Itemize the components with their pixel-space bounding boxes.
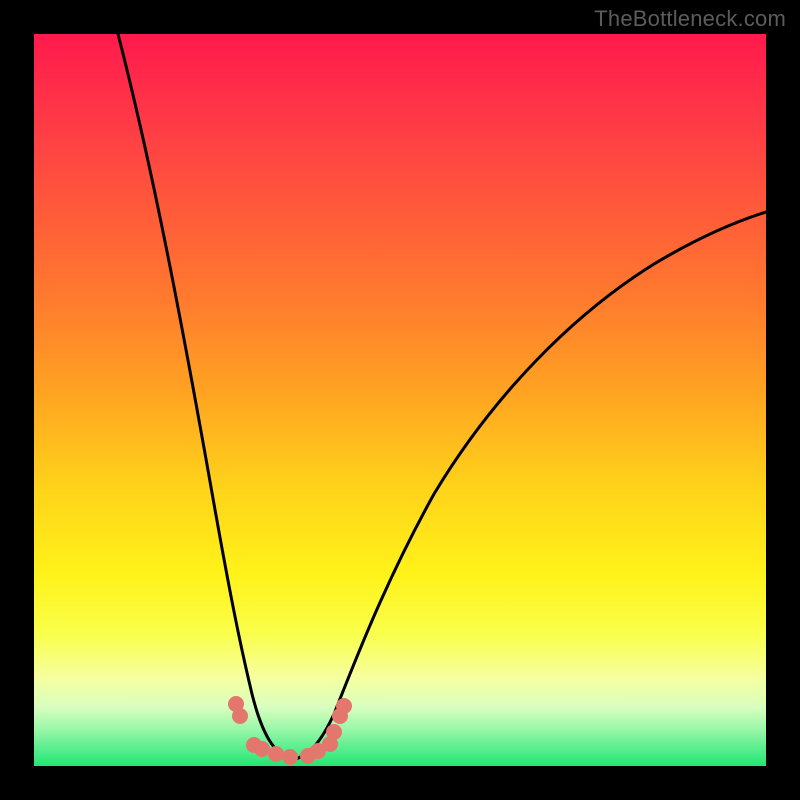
marker-dot <box>268 746 284 762</box>
marker-dot <box>254 741 270 757</box>
marker-dot <box>336 698 352 714</box>
marker-dot <box>232 708 248 724</box>
watermark-text: TheBottleneck.com <box>594 6 786 32</box>
chart-plot-area <box>34 34 766 766</box>
marker-dot <box>326 724 342 740</box>
curve-left-branch <box>118 34 292 760</box>
marker-group <box>228 696 352 765</box>
marker-dot <box>282 749 298 765</box>
chart-frame: TheBottleneck.com <box>0 0 800 800</box>
curve-right-branch <box>292 212 766 760</box>
chart-curves-layer <box>34 34 766 766</box>
